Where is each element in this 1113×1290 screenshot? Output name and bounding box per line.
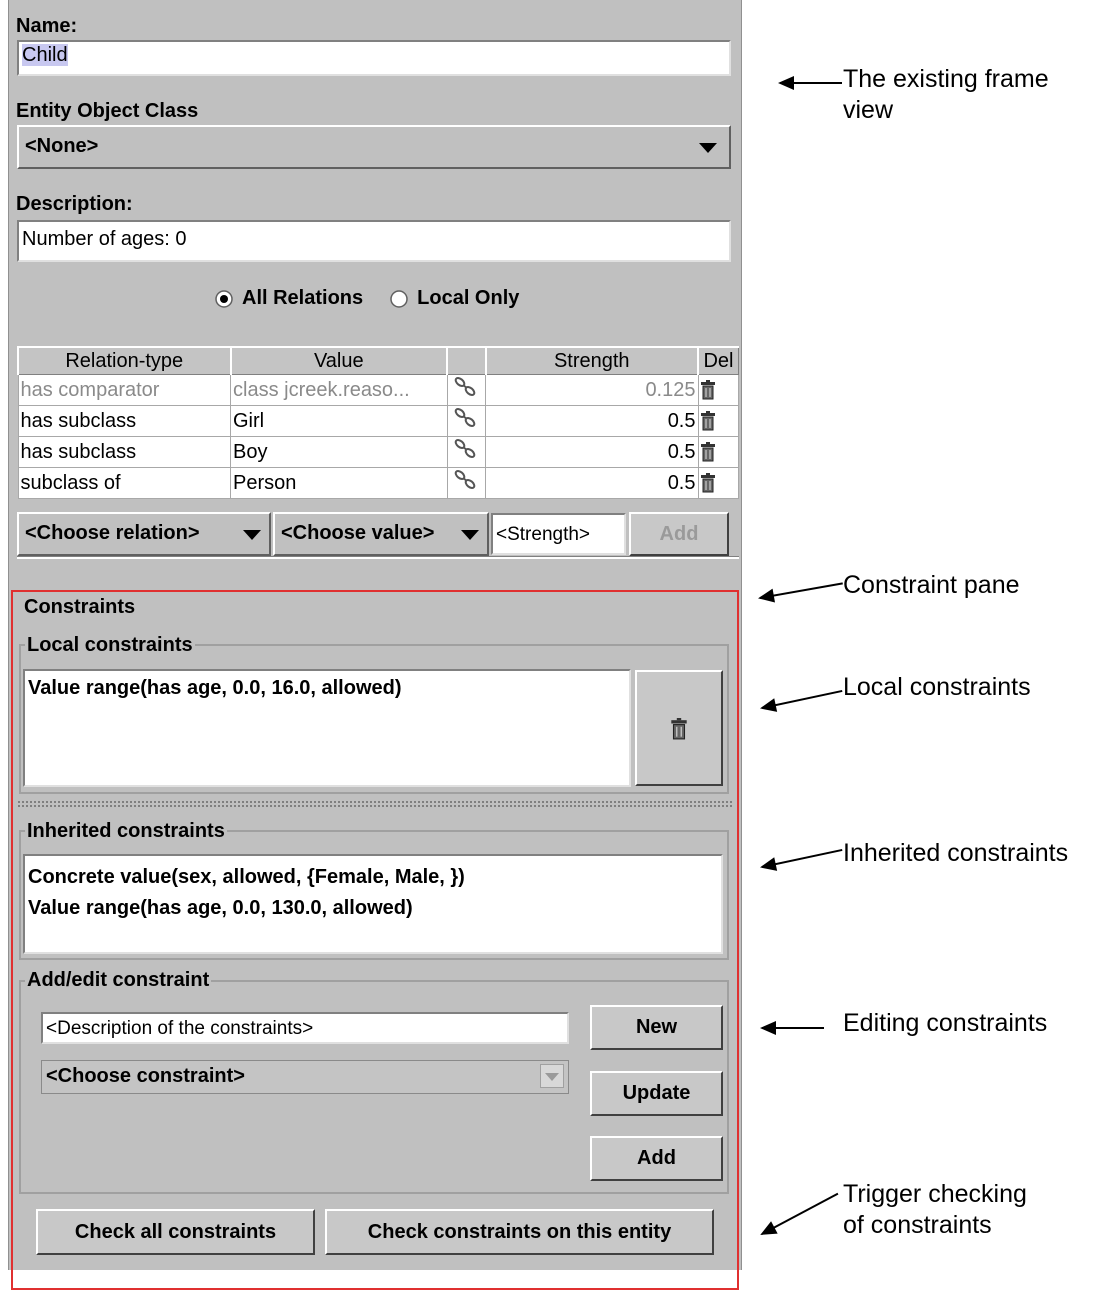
cell-value: Girl [230, 405, 448, 437]
strength-placeholder: <Strength> [496, 524, 591, 545]
choose-constraint-select[interactable]: <Choose constraint> [41, 1060, 569, 1094]
annotation-arrow [759, 582, 843, 599]
radio-all-label: All Relations [242, 287, 364, 309]
trash-icon[interactable] [697, 374, 739, 406]
col-relation-type[interactable]: Relation-type [17, 346, 231, 375]
entity-class-value: <None> [25, 135, 99, 157]
cell-relation-type: subclass of [17, 467, 231, 499]
separator [17, 556, 739, 559]
check-all-constraints-button[interactable]: Check all constraints [36, 1209, 315, 1255]
cell-relation-type: has subclass [17, 405, 231, 437]
annotation-frame-view: The existing frame view [843, 64, 1049, 126]
annotation-line: view [843, 96, 894, 124]
update-constraint-button[interactable]: Update [590, 1071, 723, 1116]
annotation-trigger-checking: Trigger checking of constraints [843, 1179, 1027, 1241]
cell-value: class jcreek.reaso... [230, 374, 448, 406]
annotation-arrow [761, 848, 843, 868]
chevron-down-icon [461, 530, 479, 540]
strength-input[interactable]: <Strength> [491, 513, 626, 555]
table-row[interactable]: has comparator class jcreek.reaso... 0.1… [17, 374, 739, 406]
radio-local-label: Local Only [417, 287, 520, 309]
chevron-down-icon [540, 1064, 564, 1088]
entity-class-label: Entity Object Class [16, 100, 199, 122]
relation-filter-radios: All Relations Local Only [214, 287, 519, 310]
link-icon[interactable] [446, 467, 487, 499]
annotation-arrow [761, 1192, 839, 1235]
delete-local-constraint-button[interactable] [635, 670, 723, 786]
inherited-constraints-list[interactable]: Concrete value(sex, allowed, {Female, Ma… [23, 854, 723, 954]
annotation-inherited-constraints: Inherited constraints [843, 839, 1069, 867]
trash-icon [671, 718, 687, 740]
cell-strength: 0.5 [485, 436, 699, 468]
col-link[interactable] [446, 346, 487, 375]
cell-strength: 0.125 [485, 374, 699, 406]
list-item[interactable]: Value range(has age, 0.0, 130.0, allowed… [28, 897, 718, 920]
annotation-arrow [778, 76, 842, 90]
table-header-row: Relation-type Value Strength Del [17, 346, 739, 375]
cell-value: Person [230, 467, 448, 499]
annotation-line: of constraints [843, 1211, 992, 1239]
cell-value: Boy [230, 436, 448, 468]
list-item[interactable]: Value range(has age, 0.0, 16.0, allowed) [28, 677, 626, 700]
annotation-line: Trigger checking [843, 1180, 1027, 1208]
trash-icon[interactable] [697, 405, 739, 437]
add-edit-constraint-title: Add/edit constraint [25, 969, 212, 992]
annotation-local-constraints: Local constraints [843, 673, 1031, 701]
radio-local-only[interactable]: Local Only [389, 287, 519, 310]
relations-table: Relation-type Value Strength Del has com… [17, 346, 739, 499]
split-divider[interactable] [17, 800, 733, 808]
constraint-description-input[interactable]: <Description of the constraints> [41, 1012, 569, 1044]
name-label: Name: [16, 15, 78, 37]
choose-value-select[interactable]: <Choose value> [273, 512, 489, 556]
annotation-line: The existing frame [843, 65, 1049, 93]
annotation-editing-constraints: Editing constraints [843, 1009, 1048, 1037]
choose-relation-value: <Choose relation> [25, 522, 200, 544]
choose-value-value: <Choose value> [281, 522, 435, 544]
name-value: Child [22, 44, 68, 66]
choose-relation-select[interactable]: <Choose relation> [17, 512, 271, 556]
link-icon[interactable] [446, 436, 487, 468]
link-icon[interactable] [446, 405, 487, 437]
frame-view-panel: Name: Child Entity Object Class <None> D… [8, 0, 742, 1290]
constraints-title: Constraints [24, 596, 136, 618]
col-value[interactable]: Value [229, 346, 448, 375]
add-relation-button[interactable]: Add [629, 512, 729, 556]
chevron-down-icon [699, 143, 717, 153]
table-row[interactable]: has subclass Boy 0.5 [17, 436, 739, 468]
col-strength[interactable]: Strength [484, 346, 699, 375]
cell-strength: 0.5 [485, 467, 699, 499]
annotation-arrow [760, 1021, 824, 1035]
trash-icon[interactable] [697, 467, 739, 499]
radio-selected-icon [215, 289, 233, 308]
cell-strength: 0.5 [485, 405, 699, 437]
annotation-constraint-pane: Constraint pane [843, 571, 1020, 599]
name-field[interactable]: Child [17, 40, 731, 76]
radio-all-relations[interactable]: All Relations [214, 287, 363, 310]
local-constraints-list[interactable]: Value range(has age, 0.0, 16.0, allowed) [23, 669, 631, 787]
description-label: Description: [16, 193, 133, 215]
check-entity-constraints-button[interactable]: Check constraints on this entity [325, 1209, 714, 1255]
annotation-arrow [761, 689, 843, 709]
trash-icon[interactable] [697, 436, 739, 468]
radio-unselected-icon [390, 289, 408, 308]
entity-class-select[interactable]: <None> [17, 125, 731, 169]
add-constraint-button[interactable]: Add [590, 1136, 723, 1181]
link-icon[interactable] [446, 374, 487, 406]
inherited-constraints-title: Inherited constraints [25, 820, 227, 843]
table-row[interactable]: has subclass Girl 0.5 [17, 405, 739, 437]
cell-relation-type: has subclass [17, 436, 231, 468]
cell-relation-type: has comparator [17, 374, 231, 406]
description-value: Number of ages: 0 [22, 228, 187, 250]
list-item[interactable]: Concrete value(sex, allowed, {Female, Ma… [28, 866, 718, 889]
constraint-description-placeholder: <Description of the constraints> [46, 1018, 314, 1039]
col-del[interactable]: Del [697, 346, 739, 375]
description-field[interactable]: Number of ages: 0 [17, 220, 731, 262]
new-constraint-button[interactable]: New [590, 1005, 723, 1050]
table-row[interactable]: subclass of Person 0.5 [17, 467, 739, 499]
local-constraints-title: Local constraints [25, 634, 195, 657]
choose-constraint-value: <Choose constraint> [46, 1065, 245, 1087]
chevron-down-icon [243, 530, 261, 540]
